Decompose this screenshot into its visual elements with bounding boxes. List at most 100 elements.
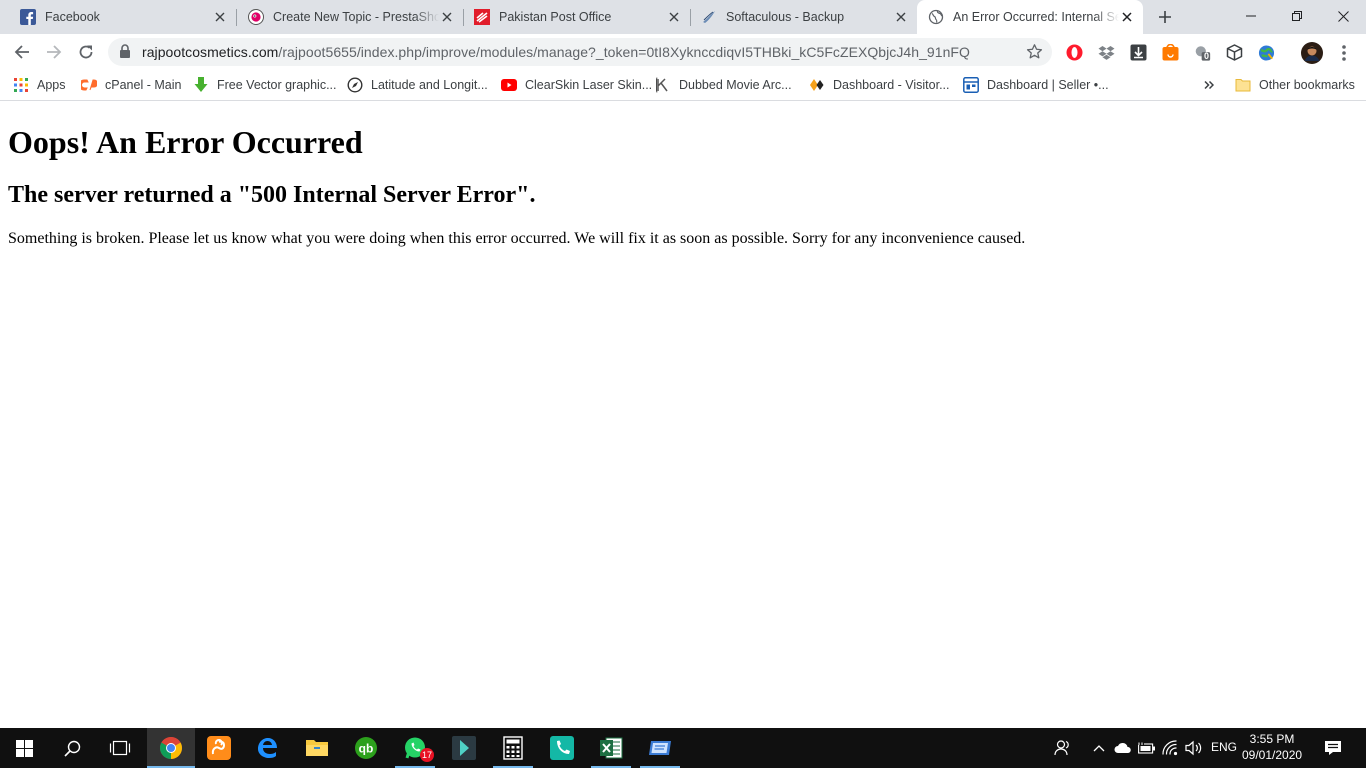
bookmark-label: Free Vector graphic... [217,78,337,92]
reload-button[interactable] [71,37,101,67]
edge-icon [258,738,277,758]
compass-icon [347,77,363,93]
arrow-left-icon [14,45,29,59]
taskbar-whatsapp[interactable]: 17 [391,728,439,768]
taskbar-excel[interactable] [587,728,635,768]
bookmarks-overflow-button[interactable] [1204,76,1214,94]
forward-button[interactable] [39,37,69,67]
cube-extension-icon[interactable] [1226,44,1243,61]
taskbar-uc-browser[interactable] [195,728,243,768]
k-icon [655,77,671,93]
wifi-icon[interactable] [1161,738,1181,758]
browser-toolbar: rajpootcosmetics.com/rajpoot5655/index.p… [0,34,1366,70]
close-tab-icon[interactable] [666,9,682,25]
softaculous-icon [701,9,717,25]
bookmark-free-vector[interactable]: Free Vector graphic... [193,76,337,94]
bookmark-label: Apps [37,78,66,92]
url-host: rajpootcosmetics.com [142,44,279,60]
action-center-icon[interactable] [1323,738,1343,758]
other-bookmarks-folder[interactable]: Other bookmarks [1235,76,1355,94]
new-tab-button[interactable] [1153,5,1177,29]
bookmark-label: cPanel - Main [105,78,182,92]
extension-badge: 0 [1204,51,1210,61]
start-button[interactable] [0,728,48,768]
bookmark-latitude[interactable]: Latitude and Longit... [347,76,488,94]
url-path: /rajpoot5655/index.php/improve/modules/m… [278,44,970,60]
taskbar-file-explorer[interactable] [293,728,341,768]
facebook-icon [20,9,36,25]
tab-title: An Error Occurred: Internal Server Error [953,10,1119,24]
address-bar[interactable]: rajpootcosmetics.com/rajpoot5655/index.p… [108,38,1052,66]
kebab-menu-icon[interactable] [1335,44,1352,61]
notification-badge: 17 [420,748,434,762]
download-arrow-icon [193,77,209,93]
tab-error-active[interactable]: An Error Occurred: Internal Server Error [917,0,1143,34]
tab-prestashop[interactable]: Create New Topic - PrestaShop [237,0,463,34]
svg-text:qb: qb [359,742,374,756]
tab-strip: Facebook Create New Topic - PrestaShop P… [0,0,1366,34]
bookmark-dashboard-visitor[interactable]: Dashboard - Visitor... [809,76,950,94]
opera-extension-icon[interactable] [1066,44,1083,61]
taskbar-quickbooks[interactable]: qb [342,728,390,768]
windows-logo-icon [15,739,33,757]
url-text[interactable]: rajpootcosmetics.com/rajpoot5655/index.p… [142,44,970,60]
tab-facebook[interactable]: Facebook [0,0,236,34]
taskbar-edge[interactable] [243,728,291,768]
back-button[interactable] [7,37,37,67]
bookmark-dashboard-seller[interactable]: Dashboard | Seller •... [963,76,1109,94]
close-tab-icon[interactable] [1119,9,1135,25]
onedrive-icon[interactable] [1113,738,1133,758]
close-icon [1337,10,1349,22]
pakistan-post-icon [474,9,490,25]
input-language[interactable]: ENG [1211,740,1237,754]
task-view-button[interactable] [96,728,144,768]
page-content: Oops! An Error Occurred The server retur… [0,102,1366,728]
error-message: Something is broken. Please let us know … [8,230,1026,247]
bookmark-label: Dubbed Movie Arc... [679,78,792,92]
tab-title: Facebook [45,10,100,24]
chrome-icon [160,737,182,759]
taskbar-filmora[interactable] [440,728,488,768]
avatar[interactable] [1301,42,1323,64]
close-tab-icon[interactable] [439,9,455,25]
seller-icon [963,77,979,93]
close-window-button[interactable] [1320,0,1366,32]
clock[interactable]: 3:55 PM 09/01/2020 [1242,731,1302,763]
prestashop-icon [248,9,264,25]
window-app-icon [649,741,671,755]
error-subheading: The server returned a "500 Internal Serv… [8,182,536,208]
bookmark-star-icon[interactable] [1026,43,1043,65]
taskbar-calculator[interactable] [489,728,537,768]
people-icon[interactable] [1053,738,1073,758]
close-tab-icon[interactable] [893,9,909,25]
lock-icon[interactable] [119,44,131,63]
minimize-button[interactable] [1228,0,1274,32]
bookmark-apps[interactable]: Apps [13,76,66,94]
dropbox-extension-icon[interactable] [1098,44,1115,61]
search-button[interactable] [48,728,96,768]
battery-icon[interactable] [1137,738,1157,758]
folder-icon [1235,77,1251,93]
diamond-icon [809,77,825,93]
bookmark-label: Dashboard | Seller •... [987,78,1109,92]
cpanel-icon [81,77,97,93]
speaker-icon[interactable] [1184,738,1204,758]
download-extension-icon[interactable] [1130,44,1147,61]
bookmark-cpanel[interactable]: cPanel - Main [81,76,181,94]
taskbar-phone-app[interactable] [538,728,586,768]
phone-icon [550,736,574,760]
tab-pakistan-post[interactable]: Pakistan Post Office [464,0,690,34]
restore-button[interactable] [1274,0,1320,32]
counter-extension-icon[interactable]: 0 [1194,44,1211,61]
tab-softaculous[interactable]: Softaculous - Backup [691,0,917,34]
close-tab-icon[interactable] [212,9,228,25]
shopping-bag-extension-icon[interactable] [1162,44,1179,61]
calculator-icon [503,736,523,760]
bookmark-label: ClearSkin Laser Skin... [525,78,653,92]
globe-extension-icon[interactable] [1258,44,1275,61]
taskbar-chrome[interactable] [147,728,195,768]
taskbar-remote-desktop[interactable] [636,728,684,768]
chevron-up-icon[interactable] [1089,738,1109,758]
bookmark-clearskin[interactable]: ClearSkin Laser Skin... [501,76,652,94]
bookmark-dubbed-movie[interactable]: Dubbed Movie Arc... [655,76,792,94]
